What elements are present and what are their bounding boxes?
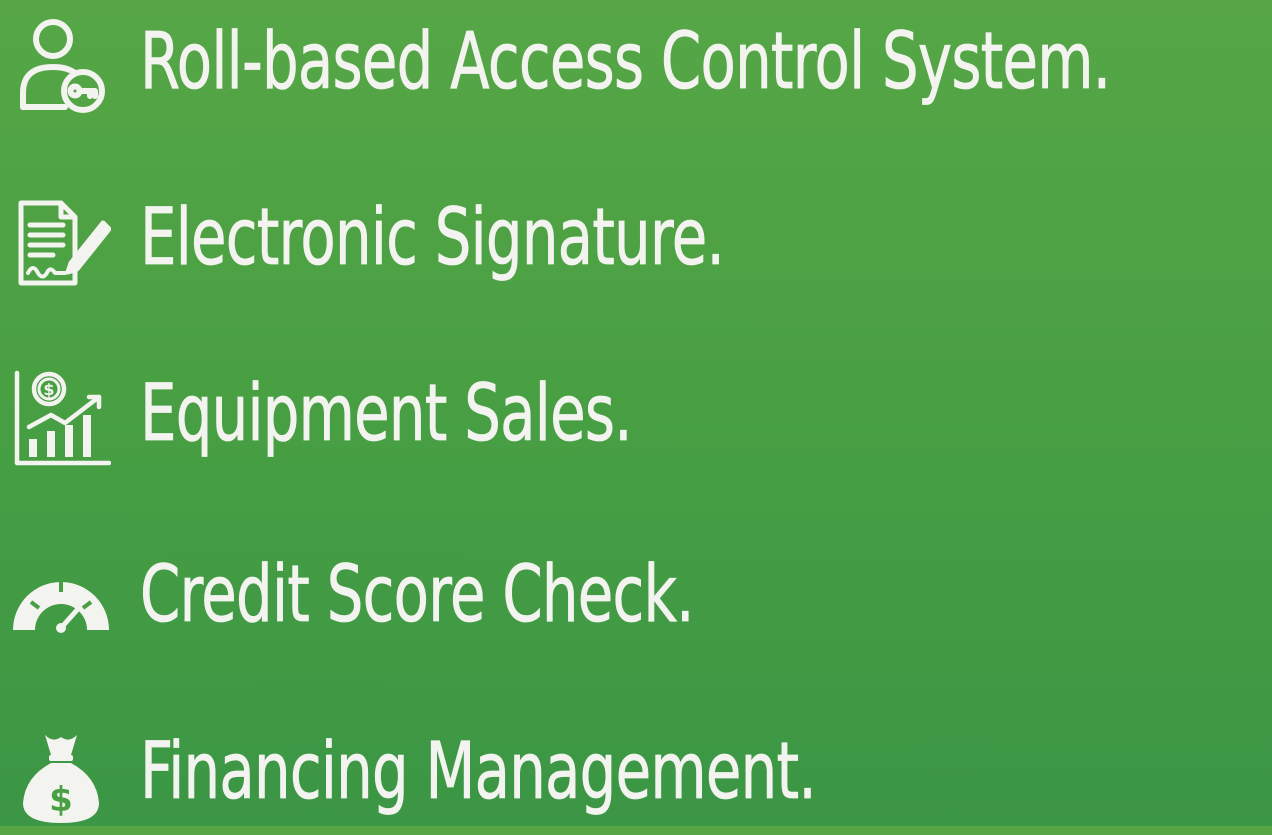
feature-label-electronic-signature: Electronic Signature. xyxy=(140,193,725,283)
feature-label-credit-score-check: Credit Score Check. xyxy=(140,550,695,640)
money-bag-icon: $ xyxy=(10,724,112,826)
user-key-icon xyxy=(10,14,112,116)
sales-chart-icon: $ xyxy=(10,366,112,468)
speedometer-gauge-icon xyxy=(10,547,112,649)
svg-text:$: $ xyxy=(49,780,73,820)
feature-label-access-control: Roll-based Access Control System. xyxy=(140,17,1112,107)
feature-list: Roll-based Access Control System. Electr… xyxy=(0,0,1272,826)
feature-label-financing-management: Financing Management. xyxy=(140,727,817,817)
svg-text:$: $ xyxy=(43,380,54,399)
signed-document-icon xyxy=(10,190,112,292)
feature-label-equipment-sales: Equipment Sales. xyxy=(140,369,633,459)
